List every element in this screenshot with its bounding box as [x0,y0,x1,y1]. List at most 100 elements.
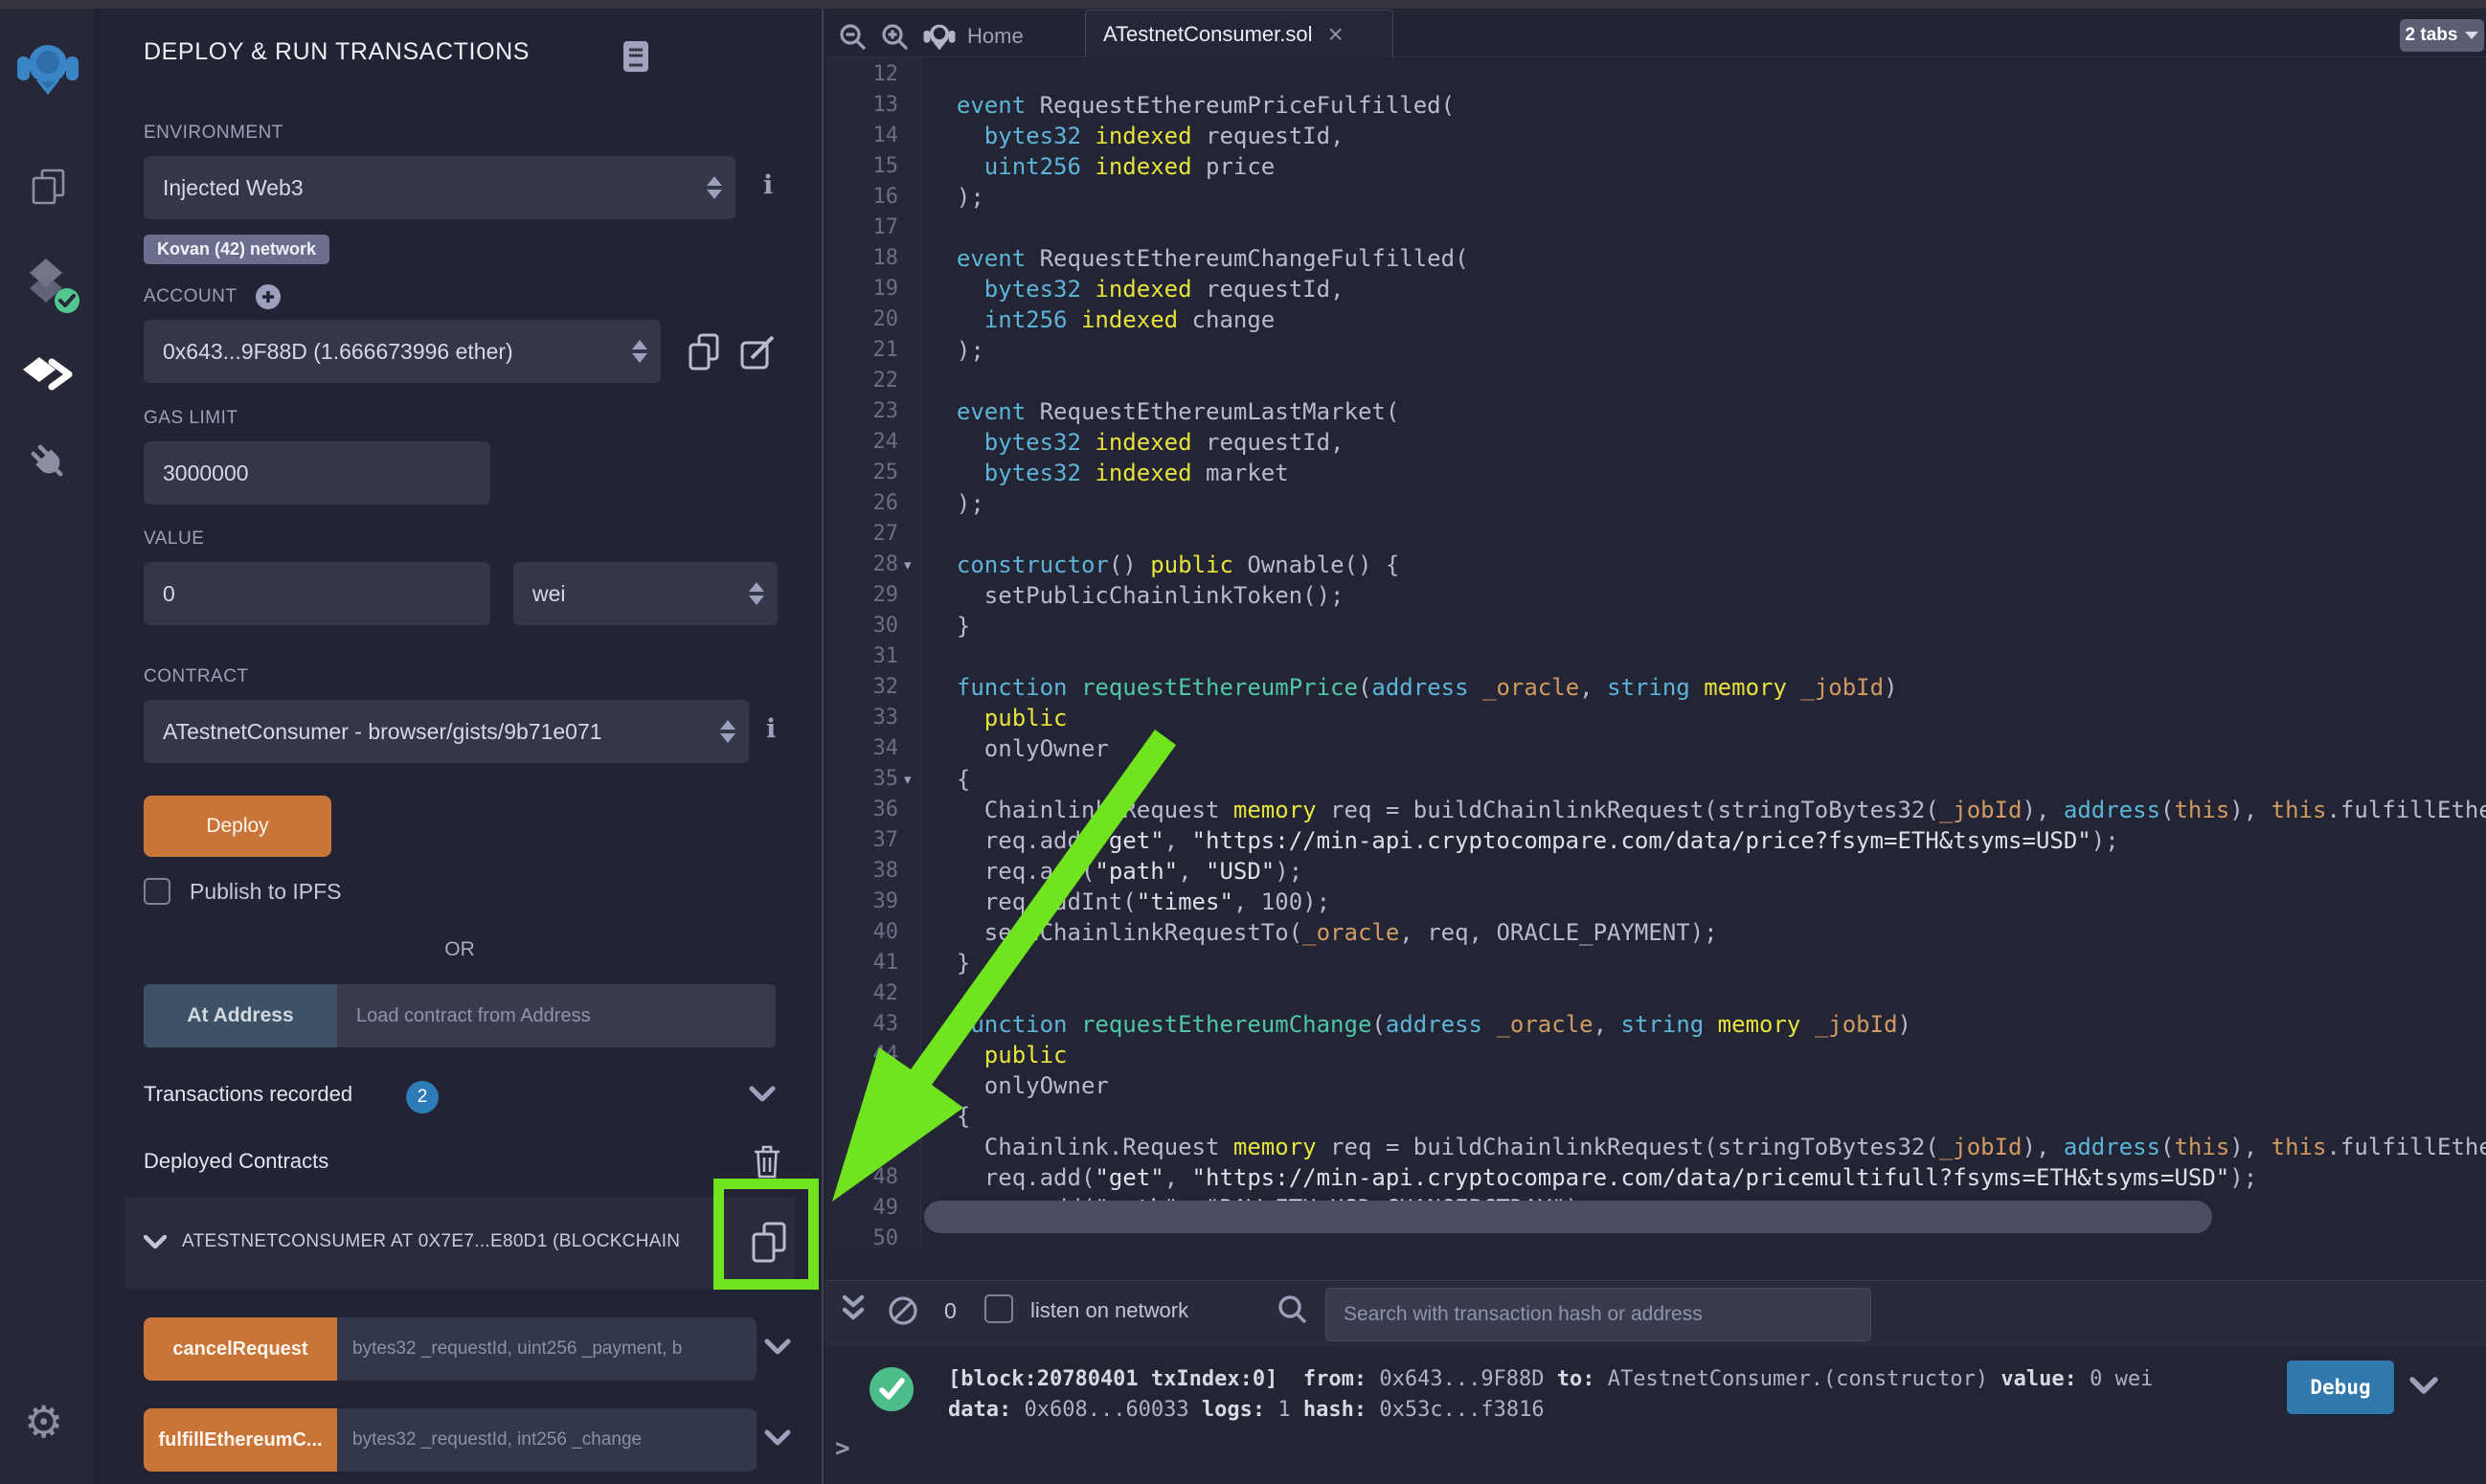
code-line: 19 bytes32 indexed requestId, [825,274,2486,304]
code-line: 43 function requestEthereumChange(addres… [825,1009,2486,1040]
code-line: 30 } [825,611,2486,641]
deployed-contracts-label: Deployed Contracts [144,1149,328,1174]
edit-account-icon[interactable] [740,335,777,371]
tab-home[interactable]: Home [923,21,1024,52]
icon-sidebar [0,9,96,1484]
code-line: 33 public [825,703,2486,733]
code-line: 20 int256 indexed change [825,304,2486,335]
code-editor[interactable]: 1213 event RequestEthereumPriceFulfilled… [825,57,2486,1248]
trash-icon[interactable] [753,1143,781,1180]
network-badge: Kovan (42) network [144,235,329,264]
tab-active-label: ATestnetConsumer.sol [1103,22,1312,47]
caret-down-icon [2465,32,2478,39]
code-line: 15 uint256 indexed price [825,151,2486,182]
code-line: 39 req.addInt("times", 100); [825,887,2486,917]
search-icon [1277,1294,1308,1325]
environment-select[interactable]: Injected Web3 [144,156,735,219]
fulfillethereumchange-params-input[interactable]: bytes32 _requestId, int256 _change [337,1408,757,1472]
environment-label: ENVIRONMENT [144,123,283,144]
remix-logo [16,38,79,98]
solidity-compiler-icon[interactable] [26,259,79,314]
terminal-search-input[interactable] [1325,1288,1871,1341]
code-line: 12 [825,59,2486,90]
environment-info-icon[interactable]: i [763,170,773,200]
gas-limit-input[interactable] [144,441,490,505]
or-divider: OR [144,938,776,961]
code-line: 23 event RequestEthereumLastMarket( [825,396,2486,427]
zoom-in-icon[interactable] [881,23,910,52]
clear-console-icon[interactable] [887,1294,919,1327]
code-line: 35▾ { [825,764,2486,795]
code-line: 34 onlyOwner [825,733,2486,764]
code-line: 14 bytes32 indexed requestId, [825,121,2486,151]
tx-expand-chevron-icon[interactable] [2409,1377,2438,1396]
code-line: 22 [825,366,2486,396]
code-line: 41 } [825,948,2486,978]
code-line: 17 [825,213,2486,243]
value-unit-select[interactable]: wei [513,562,778,625]
code-line: 25 bytes32 indexed market [825,458,2486,488]
transactions-count-badge: 2 [406,1081,439,1113]
publish-ipfs-checkbox[interactable] [144,878,170,905]
listen-on-network-checkbox[interactable] [984,1294,1013,1323]
editor-tabbar [825,9,2486,57]
transactions-recorded-label: Transactions recorded [144,1082,352,1107]
terminal-expand-double-chevron-icon[interactable] [841,1294,866,1323]
plugin-manager-icon[interactable] [25,438,69,483]
debug-button[interactable]: Debug [2287,1360,2394,1414]
gas-limit-label: GAS LIMIT [144,408,237,429]
account-select[interactable]: 0x643...9F88D (1.666673996 ether) [144,320,661,383]
transactions-chevron-down-icon[interactable] [749,1086,776,1103]
code-line: 16 ); [825,182,2486,213]
horizontal-scrollbar[interactable] [924,1201,2212,1233]
listen-on-network-label: listen on network [1030,1298,1188,1323]
annotation-highlight-box [713,1179,819,1290]
cancelrequest-function-button[interactable]: cancelRequest [144,1317,337,1381]
contract-info-icon[interactable]: i [766,714,776,744]
account-value: 0x643...9F88D (1.666673996 ether) [163,339,513,365]
fulfillethereumchange-function-button[interactable]: fulfillEthereumC... [144,1408,337,1472]
deploy-button[interactable]: Deploy [144,796,331,857]
code-line: 48 req.add("get", "https://min-api.crypt… [825,1162,2486,1193]
deployed-contract-chevron-down-icon[interactable] [144,1235,167,1250]
file-explorer-icon[interactable] [31,169,67,205]
code-line: 29 setPublicChainlinkToken(); [825,580,2486,611]
tabs-count-dropdown[interactable]: 2 tabs [2400,19,2484,52]
code-line: 13 event RequestEthereumPriceFulfilled( [825,90,2486,121]
value-input[interactable] [144,562,490,625]
contract-value: ATestnetConsumer - browser/gists/9b71e07… [163,719,602,745]
at-address-input[interactable] [337,984,776,1047]
close-tab-icon[interactable]: × [1327,25,1343,44]
cancelrequest-expand-chevron-icon[interactable] [764,1338,791,1356]
code-line: 40 sendChainlinkRequestTo(_oracle, req, … [825,917,2486,948]
code-line: 21 ); [825,335,2486,366]
tx-success-check-icon [870,1367,914,1411]
code-line: 31 [825,641,2486,672]
deploy-and-run-icon[interactable] [23,356,75,391]
tx-log-line1[interactable]: [block:20780401 txIndex:0] from: 0x643..… [948,1365,2153,1394]
contract-label: CONTRACT [144,666,249,687]
terminal-prompt[interactable]: > [835,1434,850,1463]
tab-atestnetconsumer[interactable]: ATestnetConsumer.sol × [1085,10,1393,57]
code-line: 37 req.add("get", "https://min-api.crypt… [825,825,2486,856]
fulfillethereumchange-expand-chevron-icon[interactable] [764,1429,791,1447]
tabs-count-label: 2 tabs [2406,25,2458,46]
code-line: 24 bytes32 indexed requestId, [825,427,2486,458]
tx-log-line2: data: 0x608...60033 logs: 1 hash: 0x53c.… [948,1396,1545,1425]
code-line: 32 function requestEthereumPrice(address… [825,672,2486,703]
add-account-icon[interactable] [255,283,282,310]
zoom-out-icon[interactable] [839,23,868,52]
tab-home-label: Home [967,24,1024,49]
select-stepper-icon [720,720,735,743]
contract-select[interactable]: ATestnetConsumer - browser/gists/9b71e07… [144,700,749,763]
cancelrequest-params-input[interactable]: bytes32 _requestId, uint256 _payment, b [337,1317,757,1381]
settings-gear-icon[interactable]: ⚙ [24,1396,63,1448]
remix-home-icon [923,21,956,52]
code-line: 44 public [825,1040,2486,1070]
at-address-button[interactable]: At Address [144,984,337,1047]
doc-list-icon[interactable] [622,40,649,73]
copy-account-icon[interactable] [688,333,720,371]
code-line: 42 [825,978,2486,1009]
code-line: 38 req.add("path", "USD"); [825,856,2486,887]
account-label: ACCOUNT [144,286,237,307]
